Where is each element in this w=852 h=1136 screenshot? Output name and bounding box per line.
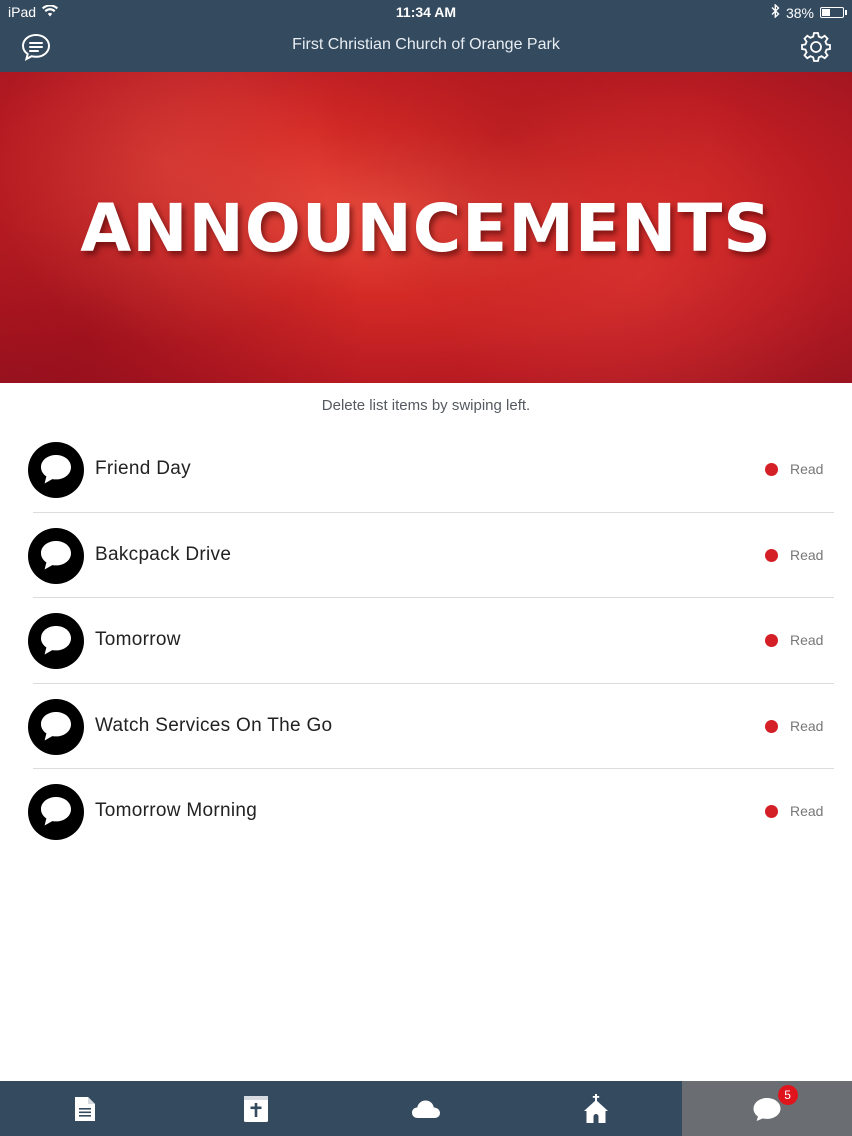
bible-icon [243,1095,269,1123]
announcement-title: Tomorrow [95,629,181,650]
list-item[interactable]: Friend Day Read [0,427,852,513]
gear-icon[interactable] [800,31,832,63]
announcements-banner: ANNOUNCEMENTS [0,72,852,383]
read-status-label: Read [790,717,824,734]
banner-headline: ANNOUNCEMENTS [80,190,772,267]
message-bubble-icon [28,784,84,840]
list-item[interactable]: Watch Services On The Go Read [0,684,852,769]
announcement-title: Tomorrow Morning [95,800,258,821]
status-bar: iPad 11:34 AM 38% [0,0,852,24]
battery-percent: 38% [785,4,814,21]
status-right: 38% [771,3,847,21]
read-status-dot [765,548,778,562]
read-status-label: Read [790,632,824,648]
cloud-icon [411,1099,441,1119]
tab-bible[interactable] [170,1081,340,1136]
nav-bar: First Christian Church of Orange Park [0,24,852,72]
battery-icon [820,7,847,18]
tab-documents[interactable] [0,1081,170,1136]
chat-bubble-icon [752,1096,782,1122]
tab-cloud[interactable] [341,1081,511,1136]
tab-bar: 5 [0,1081,852,1136]
read-status-dot [765,463,778,476]
message-bubble-icon [28,613,84,669]
announcement-title: Bakcpack Drive [95,543,232,565]
top-bar: iPad 11:34 AM 38% First Christian Church… [0,0,852,72]
message-bubble-icon [28,527,84,584]
swipe-hint: Delete list items by swiping left. [321,397,531,414]
list-item[interactable]: Tomorrow Read [0,598,852,684]
church-icon [583,1093,609,1124]
list-item[interactable]: Tomorrow Morning Read [0,769,852,855]
clock: 11:34 AM [395,4,457,20]
tab-messages[interactable]: 5 [681,1081,852,1136]
read-status-dot [765,719,778,733]
tab-church[interactable] [511,1081,681,1136]
read-status-label: Read [790,803,824,819]
read-status-label: Read [790,461,824,477]
read-status-label: Read [790,546,824,563]
message-bubble-icon [28,698,84,755]
bluetooth-icon [771,3,780,21]
document-icon [74,1096,96,1122]
read-status-dot [765,805,778,818]
announcement-list: Friend Day Read Bakcpack Drive Read Tomo… [0,427,852,855]
unread-badge: 5 [777,1085,798,1105]
announcement-title: Watch Services On The Go [95,714,333,736]
message-bubble-icon [28,442,84,498]
read-status-dot [765,634,778,647]
list-item[interactable]: Bakcpack Drive Read [0,513,852,598]
page-title: First Christian Church of Orange Park [292,36,560,53]
announcement-title: Friend Day [95,458,191,479]
